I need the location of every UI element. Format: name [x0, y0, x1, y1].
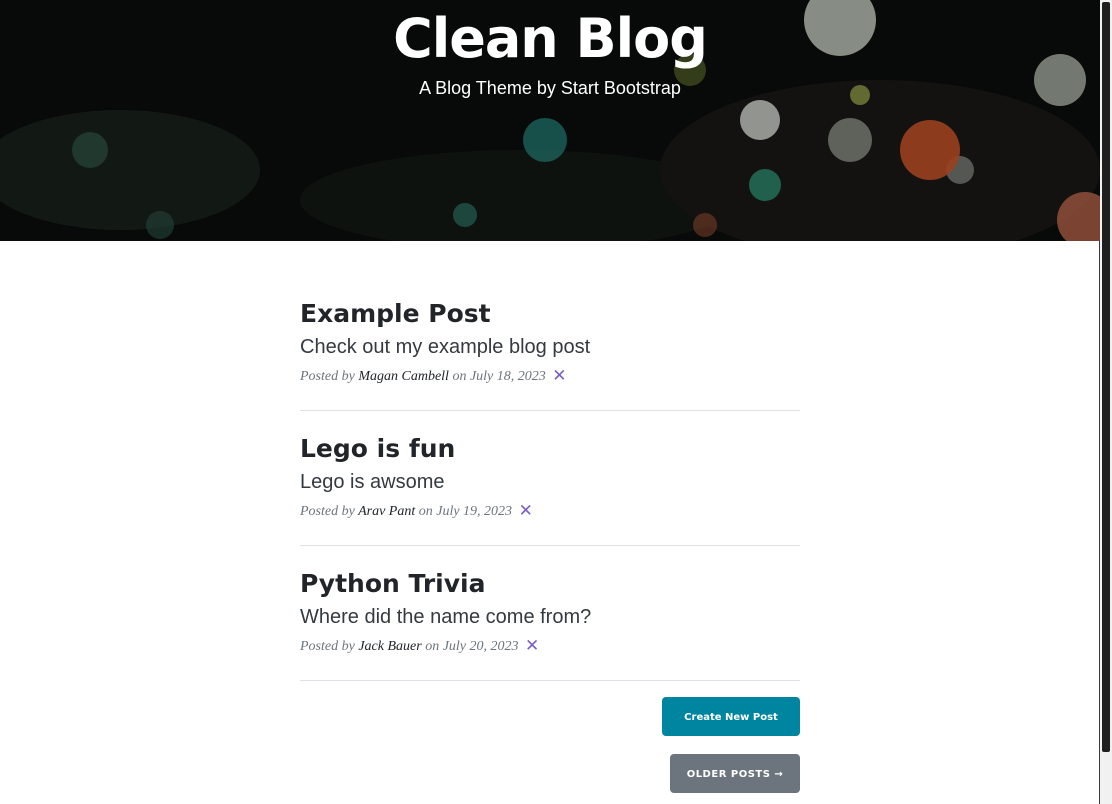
on-label: on: [425, 639, 440, 654]
post-author-link[interactable]: Jack Bauer: [358, 639, 421, 654]
masthead: Clean Blog A Blog Theme by Start Bootstr…: [0, 0, 1100, 241]
scrollbar-thumb[interactable]: [1102, 2, 1110, 752]
close-icon[interactable]: ✕: [525, 638, 539, 655]
post-date: July 20, 2023: [442, 639, 519, 654]
site-title: Clean Blog: [393, 7, 708, 70]
post-date: July 18, 2023: [469, 369, 546, 384]
post-meta: Posted by Magan Cambell on July 18, 2023…: [300, 366, 800, 388]
on-label: on: [418, 504, 433, 519]
scrollbar[interactable]: [1100, 0, 1112, 804]
post-title-link[interactable]: Example Post: [300, 296, 800, 332]
post-meta: Posted by Jack Bauer on July 20, 2023 ✕: [300, 636, 800, 658]
post-date: July 19, 2023: [436, 504, 513, 519]
post-preview: Lego is fun Lego is awsome Posted by Ara…: [300, 431, 800, 546]
posted-by-label: Posted by: [300, 504, 355, 519]
post-list: Example Post Check out my example blog p…: [300, 296, 800, 701]
close-icon[interactable]: ✕: [552, 368, 566, 385]
close-icon[interactable]: ✕: [519, 503, 533, 520]
posted-by-label: Posted by: [300, 639, 355, 654]
post-title-link[interactable]: Python Trivia: [300, 566, 800, 602]
post-meta: Posted by Arav Pant on July 19, 2023 ✕: [300, 501, 800, 523]
post-preview: Example Post Check out my example blog p…: [300, 296, 800, 411]
post-author-link[interactable]: Arav Pant: [358, 504, 415, 519]
post-preview: Python Trivia Where did the name come fr…: [300, 566, 800, 681]
on-label: on: [452, 369, 467, 384]
posted-by-label: Posted by: [300, 369, 355, 384]
post-title-link[interactable]: Lego is fun: [300, 431, 800, 467]
post-subtitle-link[interactable]: Check out my example blog post: [300, 332, 800, 362]
older-posts-button[interactable]: OLDER POSTS →: [670, 754, 800, 793]
create-new-post-button[interactable]: Create New Post: [662, 697, 800, 736]
post-subtitle-link[interactable]: Where did the name come from?: [300, 602, 800, 632]
post-author-link[interactable]: Magan Cambell: [358, 369, 449, 384]
post-subtitle-link[interactable]: Lego is awsome: [300, 467, 800, 497]
site-subheading: A Blog Theme by Start Bootstrap: [419, 78, 681, 98]
